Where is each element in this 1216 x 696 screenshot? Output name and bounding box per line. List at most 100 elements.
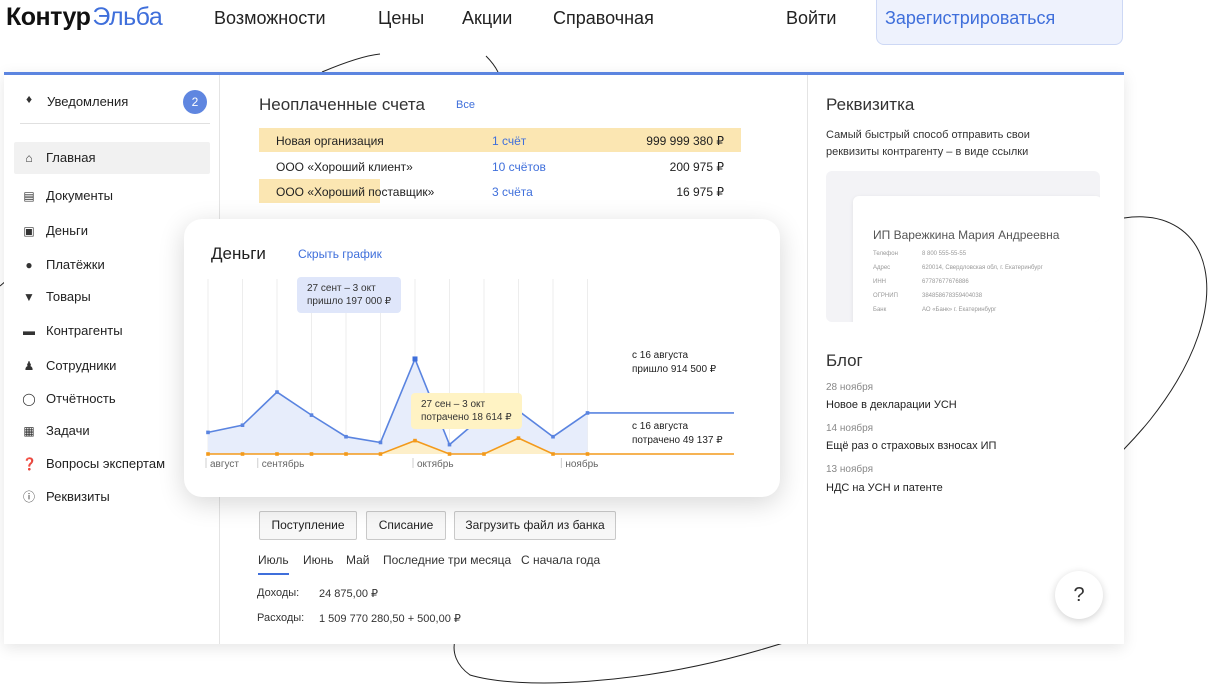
requisites-title: Реквизитка	[826, 95, 915, 114]
sidebar-item-reports[interactable]: ◯ Отчётность	[14, 383, 210, 415]
money-title: Деньги	[211, 244, 266, 263]
expense-point	[275, 452, 279, 456]
sidebar-item-label: Задачи	[46, 423, 90, 438]
upload-bank-file-button[interactable]: Загрузить файл из банка	[454, 511, 616, 540]
calendar-icon: ▦	[23, 424, 35, 438]
logo[interactable]: КонтурЭльба	[6, 3, 163, 32]
money-chart-card: август сентябрь октябрь ноябрь Деньги Скрыт…	[184, 219, 780, 497]
unpaid-row-count[interactable]: 1 счёт	[492, 134, 526, 148]
expense-tooltip-range: 27 сен – 3 окт	[421, 399, 486, 410]
expense-tooltip-amount: потрачено 18 614 ₽	[421, 412, 512, 423]
unpaid-row-count[interactable]: 3 счёта	[492, 185, 533, 199]
unpaid-row[interactable]: Новая организация 1 счёт 999 999 380 ₽	[259, 128, 741, 152]
expense-button[interactable]: Списание	[366, 511, 446, 540]
unpaid-row-org: ООО «Хороший поставщик»	[276, 185, 435, 199]
notifications-item[interactable]: ♦ Уведомления 2	[20, 90, 210, 124]
income-point	[585, 411, 590, 415]
unpaid-invoices-title: Неоплаченные счета	[259, 95, 425, 114]
report-icon: ◯	[22, 392, 36, 406]
period-tab-three-months[interactable]: Последние три месяца	[383, 553, 511, 567]
income-point	[275, 390, 279, 394]
income-button[interactable]: Поступление	[259, 511, 357, 540]
nav-prices[interactable]: Цены	[378, 8, 424, 29]
requisites-card[interactable]: ИП Варежкина Мария Андреевна Телефон 8 8…	[826, 171, 1100, 322]
expense-total-value: 1 509 770 280,50 + 500,00 ₽	[319, 613, 461, 625]
blog-post-date: 13 ноября	[826, 464, 873, 475]
requisites-field-value: 8 800 555-55-55	[922, 251, 967, 257]
expense-point	[378, 452, 383, 456]
income-end-since: с 16 августа	[632, 350, 689, 361]
period-tab-june[interactable]: Июнь	[303, 553, 334, 567]
requisites-field-value: АО «Банк» г. Екатеринбург	[922, 307, 997, 313]
documents-icon: ▤	[23, 189, 35, 203]
axis-label: сентябрь	[262, 458, 305, 470]
income-point	[309, 413, 314, 417]
unpaid-row-sum: 200 975 ₽	[669, 160, 724, 174]
expense-total: Расходы: 1 509 770 280,50 + 500,00 ₽	[257, 612, 461, 625]
nav-promotions[interactable]: Акции	[462, 8, 512, 29]
unpaid-all-link[interactable]: Все	[456, 99, 475, 111]
unpaid-row-org: ООО «Хороший клиент»	[276, 160, 413, 174]
unpaid-row-count[interactable]: 10 счётов	[492, 160, 546, 174]
sidebar-item-label: Отчётность	[46, 391, 116, 406]
blog-post-link[interactable]: Ещё раз о страховых взносах ИП	[826, 440, 996, 452]
income-point	[240, 423, 245, 427]
sidebar-item-contractors[interactable]: ▬ Контрагенты	[14, 315, 210, 347]
income-tooltip-range: 27 сент – 3 окт	[307, 283, 376, 294]
income-total-label: Доходы:	[257, 587, 300, 599]
blog-post-date: 14 ноября	[826, 423, 873, 434]
requisites-field-value: 67787677676886	[922, 279, 969, 285]
expense-end-total: потрачено 49 137 ₽	[632, 435, 723, 446]
hide-chart-link[interactable]: Скрыть график	[298, 247, 382, 261]
register-button[interactable]: Зарегистрироваться	[876, 0, 1123, 45]
income-point	[447, 442, 452, 447]
blog-title: Блог	[826, 351, 863, 370]
requisites-description: Самый быстрый способ отправить свои рекв…	[826, 129, 1030, 158]
requisites-field-key: Телефон	[873, 251, 898, 257]
top-navigation: КонтурЭльба Возможности Цены Акции Справ…	[0, 0, 1216, 60]
bell-icon: ♦	[25, 92, 33, 106]
blog-post-date: 28 ноября	[826, 382, 873, 393]
axis-label: октябрь	[417, 458, 454, 470]
sidebar-item-payments[interactable]: ● Платёжки	[14, 249, 210, 281]
blog-post-link[interactable]: НДС на УСН и патенте	[826, 482, 943, 494]
expense-point	[344, 452, 348, 456]
sidebar-item-requisites[interactable]: ⓘ Реквизиты	[14, 481, 210, 513]
payments-icon: ●	[25, 258, 33, 272]
income-point	[378, 440, 383, 445]
sidebar-item-documents[interactable]: ▤ Документы	[14, 180, 210, 212]
sidebar-item-label: Сотрудники	[46, 358, 117, 373]
sidebar-item-label: Вопросы экспертам	[46, 456, 166, 471]
expense-end-label: с 16 августа потрачено 49 137 ₽	[632, 420, 723, 448]
expense-point	[309, 452, 314, 456]
logo-part-1: Контур	[6, 3, 91, 31]
login-link[interactable]: Войти	[786, 8, 836, 29]
sidebar-item-label: Контрагенты	[46, 323, 123, 338]
help-button[interactable]: ?	[1055, 571, 1103, 619]
period-tab-year[interactable]: С начала года	[521, 553, 600, 567]
sidebar-item-tasks[interactable]: ▦ Задачи	[14, 415, 210, 447]
period-tab-july[interactable]: Июль	[258, 553, 289, 575]
expense-point	[482, 452, 486, 456]
sidebar-item-label: Товары	[46, 289, 91, 304]
expense-point	[551, 452, 555, 456]
nav-help-center[interactable]: Справочная	[553, 8, 654, 29]
info-icon: ⓘ	[22, 490, 35, 504]
nav-features[interactable]: Возможности	[214, 8, 326, 29]
sidebar-item-goods[interactable]: ▼ Товары	[14, 281, 210, 313]
expense-point	[240, 452, 245, 456]
income-tooltip-amount: пришло 197 000 ₽	[307, 296, 392, 307]
unpaid-row[interactable]: ООО «Хороший поставщик» 3 счёта 16 975 ₽	[259, 179, 741, 203]
blog-post-link[interactable]: Новое в декларации УСН	[826, 399, 957, 411]
expense-point	[585, 452, 590, 456]
question-icon: ❓	[22, 457, 37, 471]
income-point	[551, 434, 555, 439]
period-tab-may[interactable]: Май	[346, 553, 370, 567]
unpaid-row[interactable]: ООО «Хороший клиент» 10 счётов 200 975 ₽	[259, 154, 741, 178]
sidebar-item-home[interactable]: ⌂ Главная	[14, 142, 210, 174]
sidebar-item-experts[interactable]: ❓ Вопросы экспертам	[14, 448, 210, 480]
sidebar-item-employees[interactable]: ♟ Сотрудники	[14, 350, 210, 382]
income-end-total: пришло 914 500 ₽	[632, 364, 717, 375]
income-point	[206, 430, 210, 435]
sidebar-item-money[interactable]: ▣ Деньги	[14, 215, 210, 247]
